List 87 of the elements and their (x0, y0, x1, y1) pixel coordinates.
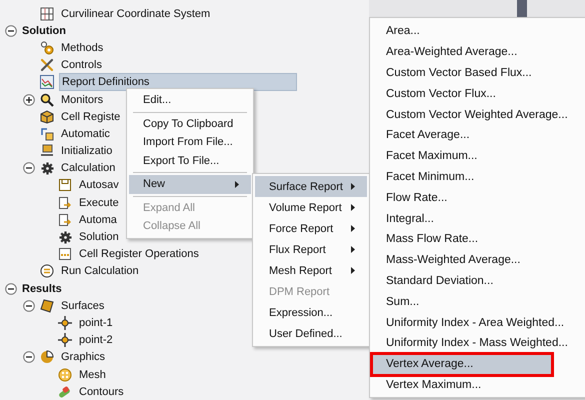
grid-arrow-icon (40, 126, 54, 141)
menu-item[interactable]: Flux Report (255, 239, 367, 260)
expander-icon[interactable] (5, 282, 17, 295)
expander-icon[interactable] (23, 162, 35, 174)
menu-item[interactable]: Surface Report (255, 176, 367, 197)
mesh-icon (58, 368, 72, 382)
tree-item[interactable]: Autosav (77, 177, 121, 194)
menu-item[interactable]: Integral... (372, 208, 585, 229)
menu-item[interactable]: Custom Vector Based Flux... (372, 62, 585, 84)
tree-item[interactable]: Initializatio (59, 143, 114, 160)
surface-icon (40, 298, 54, 313)
point-icon (58, 316, 72, 330)
gear-dots-icon (40, 40, 54, 55)
gear-icon (40, 162, 54, 175)
menu-item[interactable]: Mesh Report (255, 260, 367, 281)
contours-icon (58, 384, 72, 399)
expander-icon[interactable] (23, 351, 35, 364)
tree-item[interactable]: Solution (77, 229, 121, 246)
menu-item[interactable]: Export To File... (129, 152, 251, 170)
menu-item[interactable]: Area-Weighted Average... (372, 42, 585, 63)
tree-item[interactable]: Controls (59, 57, 104, 74)
tree-item[interactable]: Calculation (59, 160, 118, 176)
point-icon (58, 333, 72, 348)
menu-item[interactable]: Custom Vector Weighted Average... (372, 104, 585, 125)
chart-icon (40, 75, 54, 90)
tree-item[interactable]: Mesh (77, 366, 108, 383)
tree-item[interactable]: Cell Register Operations (77, 246, 201, 262)
menu-item[interactable]: User Defined... (255, 323, 367, 344)
menu-item[interactable]: Vertex Maximum... (372, 374, 585, 396)
document-arrow-icon (58, 212, 72, 227)
tree-item[interactable]: Contours (77, 384, 126, 400)
grid-icon (40, 6, 54, 21)
menu-item[interactable]: Facet Maximum... (372, 146, 585, 167)
expander-icon[interactable] (23, 94, 35, 106)
tools-icon (40, 58, 54, 72)
menu-item[interactable]: Edit... (129, 91, 251, 110)
submenu-arrow-icon (351, 225, 355, 232)
pie-icon (40, 350, 54, 364)
menu-item[interactable]: Uniformity Index - Mass Weighted... (372, 332, 585, 354)
tree-item[interactable]: Graphics (59, 349, 108, 366)
submenu-arrow-icon (351, 246, 355, 253)
floppy-icon (58, 178, 72, 192)
tree-item[interactable]: Results (20, 280, 64, 297)
menu-item[interactable]: Standard Deviation... (372, 270, 585, 292)
menu-item[interactable]: Sum... (372, 291, 585, 312)
scrollbar-thumb[interactable] (517, 0, 527, 17)
sheet-icon (58, 247, 72, 262)
menu-item[interactable]: Flow Rate... (372, 187, 585, 208)
tree-item[interactable]: Solution (20, 22, 68, 39)
menu-item[interactable]: Copy To Clipboard (129, 114, 251, 133)
run-icon (40, 264, 54, 278)
tree-item[interactable]: point-1 (77, 314, 115, 331)
tree-item[interactable]: Cell Registe (59, 108, 122, 125)
menu-item[interactable]: Uniformity Index - Area Weighted... (372, 312, 585, 333)
tree-item[interactable]: Curvilinear Coordinate System (59, 6, 212, 22)
tree-item[interactable]: Execute (77, 194, 121, 211)
submenu-arrow-icon (351, 183, 355, 190)
menu-item[interactable]: Facet Average... (372, 124, 585, 146)
tree-item[interactable]: Surfaces (59, 298, 106, 314)
tree-item[interactable]: Report Definitions (59, 73, 297, 92)
menu-item[interactable]: Area... (372, 21, 585, 42)
document-arrow-icon (58, 196, 72, 210)
menu-item[interactable]: Mass Flow Rate... (372, 228, 585, 250)
menu-item[interactable]: Facet Minimum... (372, 166, 585, 188)
menu-item[interactable]: Volume Report (255, 197, 367, 218)
stack-icon (40, 144, 54, 158)
menu-item[interactable]: Expression... (255, 302, 367, 323)
submenu-arrow-icon (351, 204, 355, 211)
submenu-arrow-icon (235, 181, 239, 188)
menu-item[interactable]: Custom Vector Flux... (372, 83, 585, 104)
gear-icon (58, 230, 72, 244)
magnifier-icon (40, 92, 54, 107)
tree-item[interactable]: Automa (77, 212, 119, 228)
expander-icon[interactable] (23, 300, 35, 312)
tree-item[interactable]: Methods (59, 40, 106, 56)
menu-item[interactable]: Vertex Average... (372, 354, 552, 375)
submenu-arrow-icon (351, 267, 355, 274)
tree-item[interactable]: point-2 (77, 332, 115, 348)
tree-item[interactable]: Run Calculation (59, 263, 141, 280)
menu-item[interactable]: Import From File... (129, 133, 251, 152)
menu-item[interactable]: Mass-Weighted Average... (372, 250, 585, 271)
tree-item[interactable]: Monitors (59, 92, 106, 108)
expander-icon[interactable] (5, 24, 17, 37)
tree-item[interactable]: Automatic (59, 126, 112, 142)
cube-icon (40, 110, 54, 124)
menu-item[interactable]: New (129, 175, 251, 194)
menu-item[interactable]: Force Report (255, 218, 367, 239)
